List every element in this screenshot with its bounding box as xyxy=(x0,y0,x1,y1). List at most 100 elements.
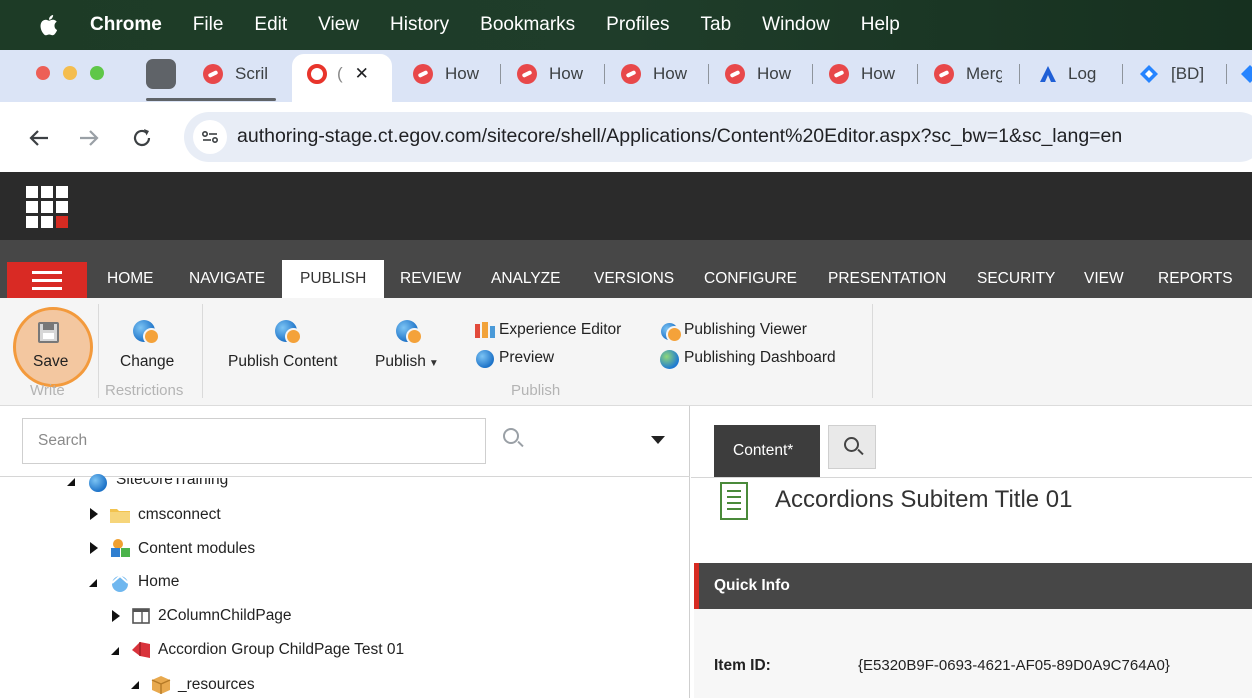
publish-content-icon[interactable] xyxy=(275,320,302,345)
tab-analyze[interactable]: ANALYZE xyxy=(491,270,561,288)
menu-view[interactable]: View xyxy=(318,14,359,36)
publishing-dashboard-icon[interactable] xyxy=(660,350,679,369)
change-restrictions-icon[interactable] xyxy=(133,320,160,345)
publish-icon[interactable] xyxy=(396,320,423,345)
collapse-arrow-icon[interactable] xyxy=(130,680,140,690)
browser-tab[interactable]: How xyxy=(621,60,691,88)
ribbon-divider xyxy=(202,304,203,398)
tab-configure[interactable]: CONFIGURE xyxy=(704,270,797,288)
menu-tab[interactable]: Tab xyxy=(701,14,732,36)
browser-tab[interactable]: How xyxy=(829,60,901,88)
tab-separator xyxy=(1019,64,1020,84)
sitecore-launchpad-icon[interactable] xyxy=(26,186,68,228)
tree-node-accordion-group[interactable]: Accordion Group ChildPage Test 01 xyxy=(158,641,404,659)
browser-tab[interactable]: Log xyxy=(1038,60,1104,88)
tab-separator xyxy=(708,64,709,84)
tab-group-chip[interactable] xyxy=(146,59,176,89)
experience-editor-icon[interactable] xyxy=(475,322,495,338)
tree-node-cmsconnect[interactable]: cmsconnect xyxy=(138,506,221,524)
close-tab-icon[interactable]: ✕ xyxy=(355,64,369,84)
chevron-down-icon: ▼ xyxy=(428,358,439,369)
tab-home[interactable]: HOME xyxy=(107,270,154,288)
experience-editor-button[interactable]: Experience Editor xyxy=(499,321,621,339)
search-icon[interactable] xyxy=(503,428,519,444)
url-text[interactable]: authoring-stage.ct.egov.com/sitecore/she… xyxy=(237,125,1122,148)
menu-history[interactable]: History xyxy=(390,14,449,36)
browser-tab[interactable]: Scril xyxy=(203,60,275,88)
tab-review[interactable]: REVIEW xyxy=(400,270,461,288)
scribe-icon xyxy=(517,64,537,84)
menu-edit[interactable]: Edit xyxy=(254,14,287,36)
tab-publish[interactable]: PUBLISH xyxy=(282,260,385,298)
browser-tab[interactable]: How xyxy=(517,60,587,88)
browser-tab[interactable]: Merg xyxy=(934,60,1002,88)
document-icon xyxy=(720,482,748,520)
forward-icon[interactable] xyxy=(78,128,100,148)
tab-separator xyxy=(917,64,918,84)
zoom-window-button[interactable] xyxy=(90,66,104,80)
collapse-arrow-icon[interactable] xyxy=(66,477,76,487)
tab-label: How xyxy=(549,64,584,83)
accordion-icon xyxy=(132,642,150,658)
browser-tab[interactable]: [BD] xyxy=(1139,60,1213,88)
jira-icon[interactable] xyxy=(1240,64,1252,84)
tree-node-content-modules[interactable]: Content modules xyxy=(138,540,255,558)
tab-separator xyxy=(812,64,813,84)
minimize-window-button[interactable] xyxy=(63,66,77,80)
menu-app-name[interactable]: Chrome xyxy=(90,14,162,36)
tab-versions[interactable]: VERSIONS xyxy=(594,270,674,288)
close-window-button[interactable] xyxy=(36,66,50,80)
save-icon[interactable] xyxy=(38,322,59,343)
content-tab[interactable]: Content* xyxy=(714,425,820,477)
search-icon xyxy=(844,437,859,452)
back-icon[interactable] xyxy=(28,128,50,148)
tab-security[interactable]: SECURITY xyxy=(977,270,1055,288)
site-settings-icon[interactable] xyxy=(193,120,227,154)
save-button[interactable]: Save xyxy=(33,353,68,371)
menu-bookmarks[interactable]: Bookmarks xyxy=(480,14,575,36)
browser-tab-active[interactable]: ( ✕ xyxy=(307,60,383,88)
publishing-viewer-icon[interactable] xyxy=(661,323,683,343)
preview-button[interactable]: Preview xyxy=(499,349,554,367)
home-globe-icon xyxy=(111,574,129,592)
browser-tab[interactable]: How xyxy=(413,60,483,88)
change-button[interactable]: Change xyxy=(120,353,174,371)
tab-reports[interactable]: REPORTS xyxy=(1158,270,1233,288)
reload-icon[interactable] xyxy=(131,127,153,149)
search-input[interactable] xyxy=(22,418,486,464)
editor-search-tab[interactable] xyxy=(828,425,876,469)
item-id-value: {E5320B9F-0693-4621-AF05-89D0A9C764A0} xyxy=(858,657,1170,674)
scribe-icon xyxy=(829,64,849,84)
publish-label: Publish xyxy=(375,353,426,370)
search-options-dropdown-icon[interactable] xyxy=(651,436,665,444)
preview-icon[interactable] xyxy=(476,350,494,368)
apple-icon[interactable] xyxy=(38,14,58,36)
scribe-icon xyxy=(203,64,223,84)
tab-label: How xyxy=(445,64,480,83)
tab-view[interactable]: VIEW xyxy=(1084,270,1124,288)
publish-dropdown-button[interactable]: Publish ▼ xyxy=(375,353,439,371)
os-menu-bar: Chrome File Edit View History Bookmarks … xyxy=(0,0,1252,50)
menu-profiles[interactable]: Profiles xyxy=(606,14,669,36)
tab-group-underline xyxy=(146,98,276,101)
publishing-dashboard-button[interactable]: Publishing Dashboard xyxy=(684,349,836,367)
tab-separator xyxy=(1122,64,1123,84)
collapse-arrow-icon[interactable] xyxy=(88,578,98,588)
expand-arrow-icon[interactable] xyxy=(112,610,120,622)
ribbon-tab-bar xyxy=(0,240,1252,298)
tree-node-resources[interactable]: _resources xyxy=(178,676,255,694)
tree-node-home[interactable]: Home xyxy=(138,573,179,591)
menu-help[interactable]: Help xyxy=(861,14,900,36)
tree-node-2columnchildpage[interactable]: 2ColumnChildPage xyxy=(158,607,292,625)
menu-window[interactable]: Window xyxy=(762,14,830,36)
expand-arrow-icon[interactable] xyxy=(90,508,98,520)
publish-content-button[interactable]: Publish Content xyxy=(228,353,337,371)
expand-arrow-icon[interactable] xyxy=(90,542,98,554)
publishing-viewer-button[interactable]: Publishing Viewer xyxy=(684,321,807,339)
menu-file[interactable]: File xyxy=(193,14,224,36)
browser-tab[interactable]: How xyxy=(725,60,795,88)
tab-presentation[interactable]: PRESENTATION xyxy=(828,270,946,288)
tab-navigate[interactable]: NAVIGATE xyxy=(189,270,265,288)
collapse-arrow-icon[interactable] xyxy=(110,646,120,656)
hamburger-menu-icon[interactable] xyxy=(7,262,87,298)
